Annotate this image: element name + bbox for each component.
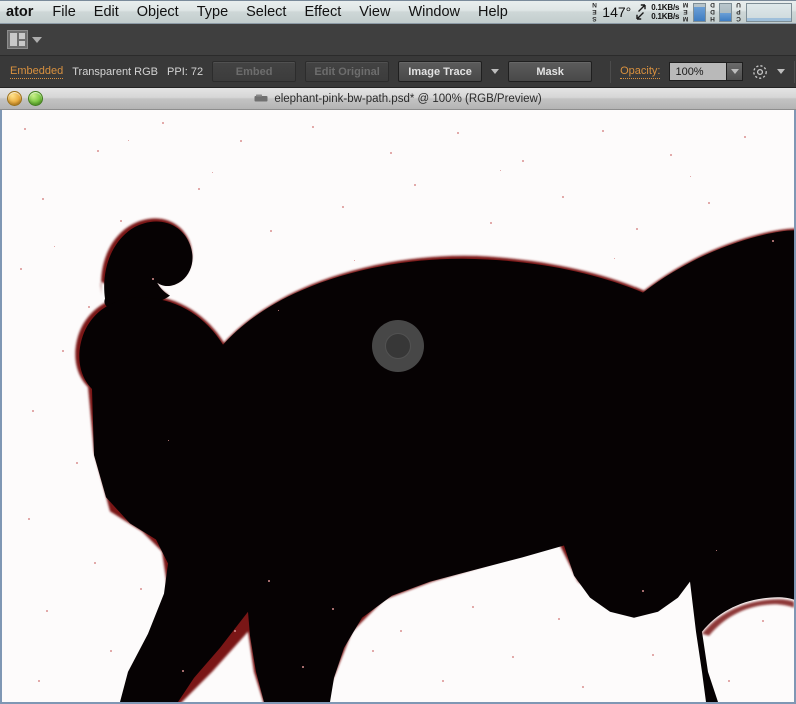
zoom-button[interactable] bbox=[28, 91, 43, 106]
cpu-indicator[interactable]: CPU bbox=[735, 1, 792, 23]
disk-meter bbox=[719, 2, 733, 22]
isolate-selection-button[interactable] bbox=[752, 62, 768, 82]
menu-item-window[interactable]: Window bbox=[399, 1, 469, 23]
edit-original-button: Edit Original bbox=[305, 61, 390, 82]
document-title-text: elephant-pink-bw-path.psd* @ 100% (RGB/P… bbox=[274, 92, 542, 105]
menu-item-object[interactable]: Object bbox=[128, 1, 188, 23]
network-arrows-icon bbox=[636, 4, 646, 20]
image-trace-button[interactable]: Image Trace bbox=[398, 61, 483, 82]
document-file-icon bbox=[254, 94, 268, 102]
opacity-control[interactable]: 100% bbox=[669, 62, 744, 81]
ppi-label: PPI: 72 bbox=[167, 65, 204, 78]
cursor-center-dot bbox=[385, 333, 411, 359]
chevron-down-icon bbox=[777, 69, 786, 74]
document-window: elephant-pink-bw-path.psd* @ 100% (RGB/P… bbox=[0, 88, 796, 704]
chevron-down-icon[interactable] bbox=[32, 36, 42, 43]
menu-item-file[interactable]: File bbox=[43, 1, 84, 23]
system-tray: SEN 147° 0.1KB/s 0.1KB/s MEM HDD CPU bbox=[590, 1, 796, 23]
chevron-down-icon bbox=[491, 69, 500, 74]
illustrator-window: ator File Edit Object Type Select Effect… bbox=[0, 0, 796, 704]
memory-label: MEM bbox=[682, 1, 690, 23]
menu-item-app-name[interactable]: ator bbox=[2, 1, 43, 23]
disk-indicator[interactable]: HDD bbox=[708, 1, 733, 23]
elephant-artwork bbox=[2, 110, 794, 702]
minimize-button[interactable] bbox=[7, 91, 22, 106]
chevron-down-icon bbox=[730, 69, 739, 74]
memory-meter bbox=[692, 2, 706, 22]
sensor-indicator[interactable]: SEN 147° bbox=[590, 1, 648, 23]
window-controls bbox=[0, 91, 43, 106]
artboard-canvas[interactable] bbox=[0, 110, 796, 704]
image-trace-presets-dropdown[interactable] bbox=[491, 61, 500, 82]
sensor-temperature: 147° bbox=[602, 4, 632, 20]
network-indicator[interactable]: 0.1KB/s 0.1KB/s bbox=[651, 1, 679, 23]
workspace-toolbar bbox=[0, 24, 796, 56]
network-upload-rate: 0.1KB/s bbox=[651, 12, 680, 21]
menu-item-select[interactable]: Select bbox=[237, 1, 295, 23]
opacity-input[interactable]: 100% bbox=[669, 62, 728, 81]
menu-item-effect[interactable]: Effect bbox=[295, 1, 350, 23]
cpu-label: CPU bbox=[735, 1, 743, 23]
embed-button: Embed bbox=[212, 61, 297, 82]
divider bbox=[610, 60, 612, 83]
menu-item-help[interactable]: Help bbox=[469, 1, 517, 23]
cursor-highlight bbox=[372, 320, 424, 372]
document-title: elephant-pink-bw-path.psd* @ 100% (RGB/P… bbox=[0, 93, 796, 105]
embedded-link[interactable]: Embedded bbox=[10, 65, 64, 79]
divider bbox=[794, 60, 796, 83]
cpu-graph bbox=[746, 2, 792, 22]
menu-item-type[interactable]: Type bbox=[188, 1, 237, 23]
mask-button[interactable]: Mask bbox=[508, 61, 593, 82]
memory-indicator[interactable]: MEM bbox=[682, 1, 706, 23]
isolate-options-dropdown[interactable] bbox=[777, 61, 786, 82]
sensor-label: SEN bbox=[590, 1, 598, 23]
workspace-layout-icon bbox=[7, 30, 28, 49]
opacity-label[interactable]: Opacity: bbox=[620, 65, 661, 79]
document-title-bar[interactable]: elephant-pink-bw-path.psd* @ 100% (RGB/P… bbox=[0, 88, 796, 110]
dashed-circle-icon bbox=[753, 64, 768, 79]
color-mode-label: Transparent RGB bbox=[72, 65, 159, 78]
network-rates: 0.1KB/s 0.1KB/s bbox=[651, 3, 679, 22]
disk-label: HDD bbox=[708, 1, 716, 23]
menu-item-view[interactable]: View bbox=[350, 1, 399, 23]
network-download-rate: 0.1KB/s bbox=[651, 2, 680, 12]
menu-item-edit[interactable]: Edit bbox=[85, 1, 128, 23]
system-menu-bar: ator File Edit Object Type Select Effect… bbox=[0, 0, 796, 24]
workspace-switcher[interactable] bbox=[7, 30, 42, 49]
menu-items: ator File Edit Object Type Select Effect… bbox=[0, 1, 517, 23]
opacity-dropdown-button[interactable] bbox=[727, 62, 744, 81]
image-control-panel: Embedded Transparent RGB PPI: 72 Embed E… bbox=[0, 56, 796, 88]
